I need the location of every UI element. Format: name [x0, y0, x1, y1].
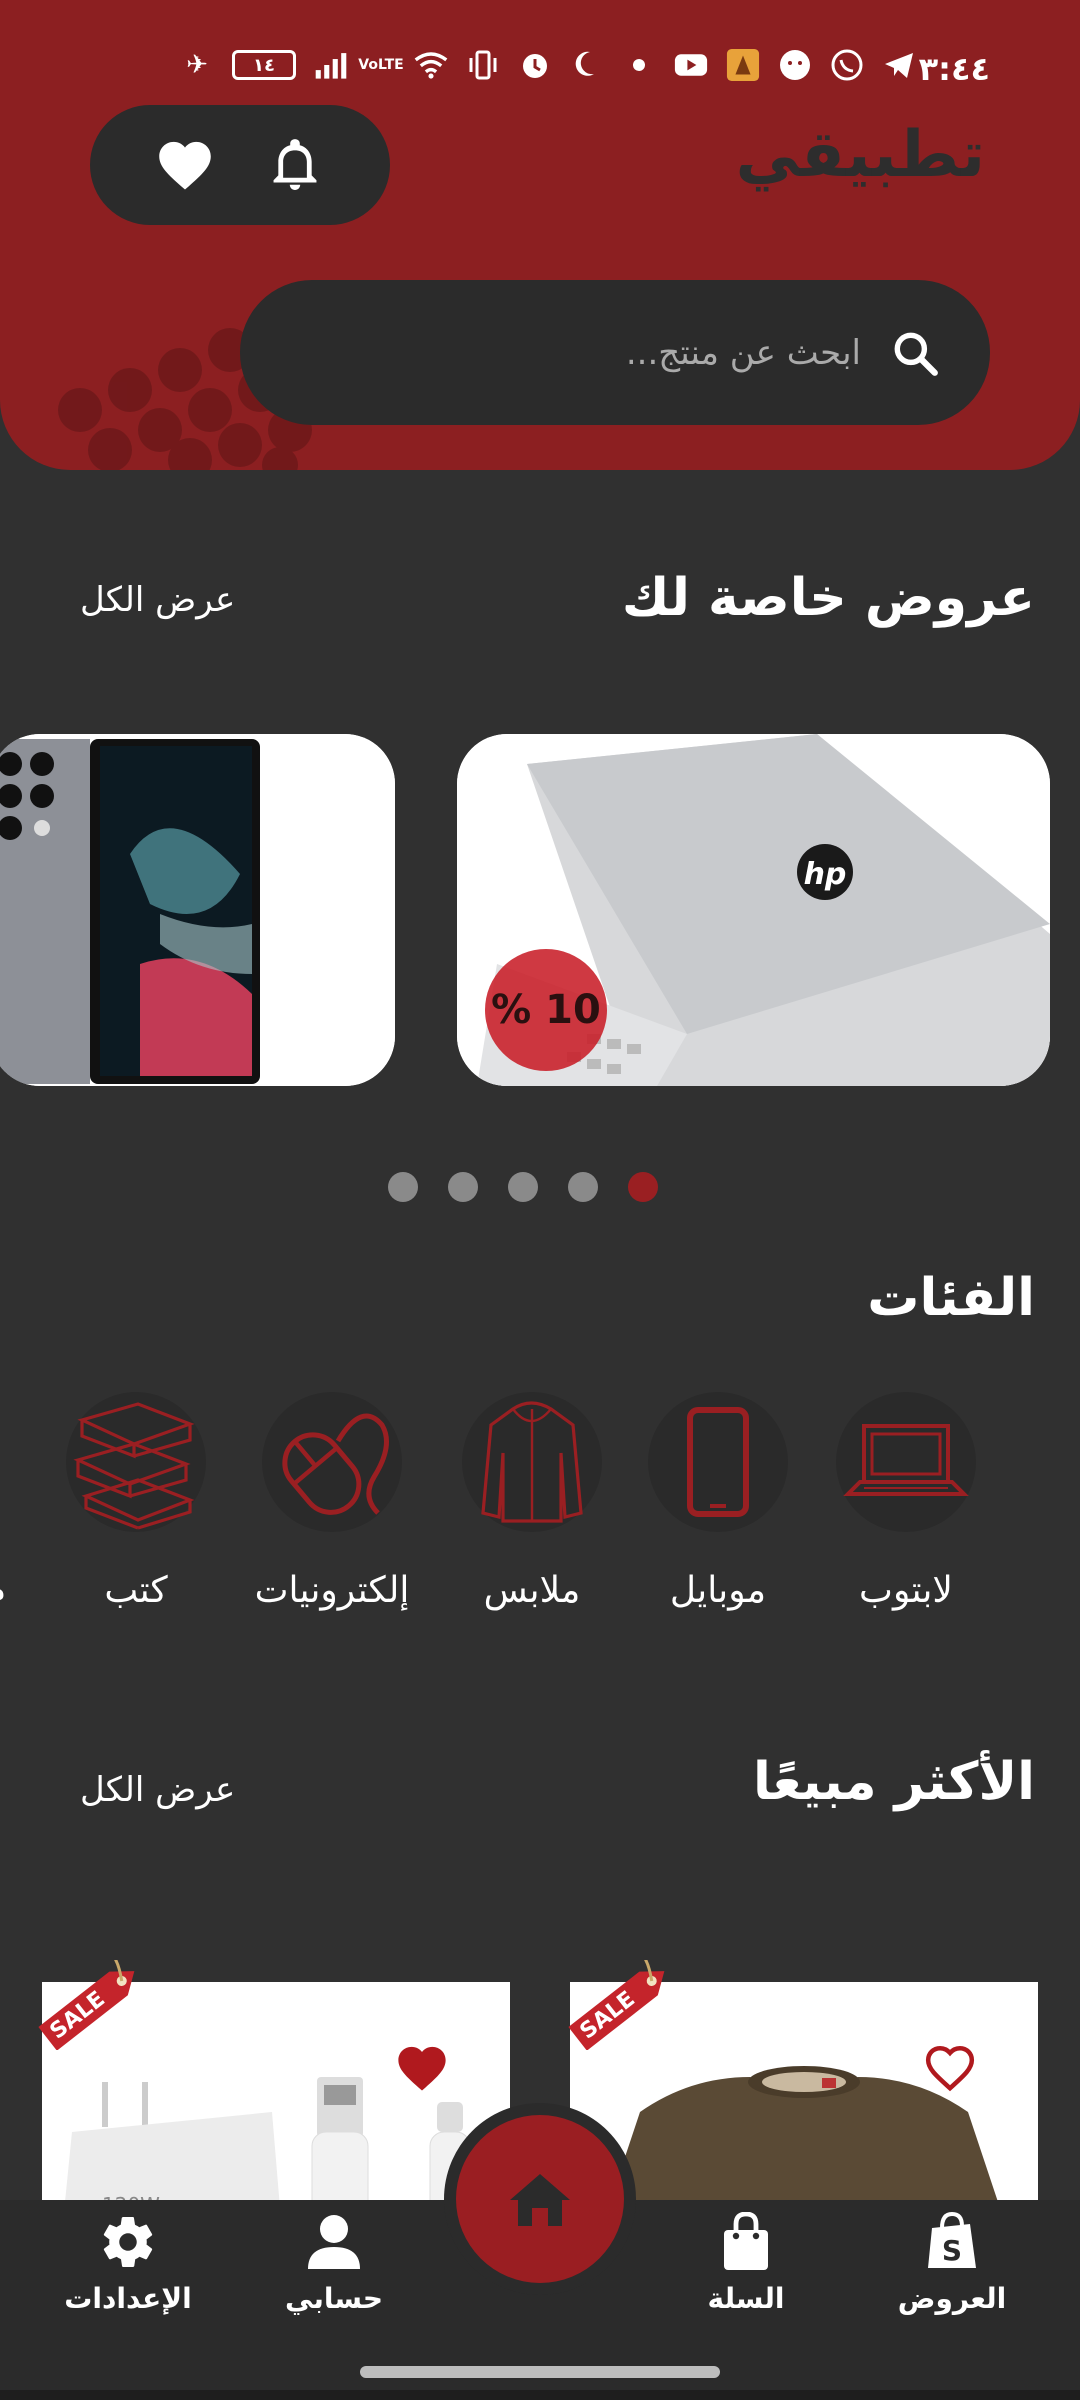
nav-offers[interactable]: S العروض — [872, 2208, 1032, 2315]
books-icon — [66, 1392, 206, 1532]
telegram-icon — [882, 48, 916, 82]
baby-face-icon — [778, 48, 812, 82]
alarm-icon — [518, 48, 552, 82]
nav-cart[interactable]: السلة — [666, 2208, 826, 2315]
favorite-toggle-sweater[interactable] — [922, 2040, 978, 2096]
nav-label: الإعدادات — [64, 2282, 192, 2315]
category-laptop[interactable]: لابتوب — [826, 1392, 986, 1611]
offers-see-all-link[interactable]: عرض الكل — [80, 580, 235, 620]
phone-product-image — [0, 734, 395, 1086]
heart-filled-icon — [398, 2046, 446, 2091]
whatsapp-icon — [830, 48, 864, 82]
volte-icon: VoLTE — [358, 57, 404, 73]
category-electronics[interactable]: إلكترونيات — [252, 1392, 412, 1611]
laptop-icon — [836, 1392, 976, 1532]
svg-text:S: S — [942, 2234, 962, 2267]
jacket-icon — [462, 1392, 602, 1532]
svg-text:hp: hp — [804, 857, 847, 892]
mouse-icon — [262, 1392, 402, 1532]
favorite-toggle-charger[interactable] — [394, 2040, 450, 2096]
best-sellers-see-all-link[interactable]: عرض الكل — [80, 1770, 235, 1810]
signal-icon — [314, 48, 348, 82]
vibrate-icon — [466, 48, 500, 82]
user-icon — [254, 2208, 414, 2276]
carousel-dot-3[interactable] — [508, 1172, 538, 1202]
category-label: إلكترونيات — [254, 1570, 410, 1611]
category-label: لابتوب — [859, 1570, 953, 1611]
category-books[interactable]: كتب — [56, 1392, 216, 1611]
category-label: م — [0, 1570, 10, 1611]
no-sim-icon: ✈ — [186, 50, 208, 80]
category-label: كتب — [104, 1570, 168, 1611]
heart-icon — [159, 141, 211, 190]
shopping-bag-icon — [666, 2208, 826, 2276]
carousel-dot-1[interactable] — [388, 1172, 418, 1202]
mobile-icon — [648, 1392, 788, 1532]
gesture-home-indicator[interactable] — [360, 2366, 720, 2378]
battery-level: ١٤ — [253, 54, 275, 76]
heart-outline-icon — [925, 2045, 975, 2092]
carousel-dot-5[interactable] — [628, 1172, 658, 1202]
system-nav-strip — [0, 2390, 1080, 2400]
status-time: ٣:٤٤ — [918, 50, 990, 88]
battery-icon: ١٤ — [232, 50, 296, 80]
sale-tag: SALE — [556, 1946, 686, 2051]
moon-icon — [570, 48, 604, 82]
nav-label: السلة — [707, 2282, 785, 2315]
app-title: تطبيقي — [735, 118, 985, 192]
nav-account[interactable]: حسابي — [254, 2208, 414, 2315]
carousel-indicator — [388, 1172, 658, 1202]
dot-icon — [622, 48, 656, 82]
gear-icon — [48, 2208, 208, 2276]
search-icon[interactable] — [885, 323, 945, 383]
app-notification-icon — [726, 48, 760, 82]
nav-settings[interactable]: الإعدادات — [48, 2208, 208, 2315]
wifi-icon — [414, 48, 448, 82]
notifications-button[interactable] — [260, 130, 330, 200]
header-actions — [90, 105, 390, 225]
favorites-button[interactable] — [150, 130, 220, 200]
status-icons: ✈ ١٤ VoLTE — [180, 48, 916, 82]
carousel-dot-2[interactable] — [448, 1172, 478, 1202]
category-mobile[interactable]: موبايل — [638, 1392, 798, 1611]
youtube-icon — [674, 48, 708, 82]
categories-title: الفئات — [867, 1268, 1035, 1328]
carousel-dot-4[interactable] — [568, 1172, 598, 1202]
home-icon — [510, 2174, 570, 2226]
nav-label: العروض — [897, 2282, 1007, 2315]
best-sellers-title: الأكثر مبيعًا — [753, 1752, 1035, 1812]
offers-title: عروض خاصة لك — [621, 568, 1035, 628]
shopify-icon: S — [872, 2208, 1032, 2276]
category-label: موبايل — [669, 1570, 767, 1611]
offer-card-laptop[interactable]: hp % 10 — [457, 734, 1050, 1086]
home-button[interactable] — [456, 2115, 624, 2283]
category-more[interactable]: م — [0, 1392, 10, 1611]
search-input[interactable] — [280, 332, 861, 373]
offer-card-phone[interactable] — [0, 734, 395, 1086]
discount-badge: % 10 — [485, 949, 607, 1071]
nav-label: حسابي — [284, 2282, 384, 2315]
category-label: ملابس — [483, 1570, 581, 1611]
bell-icon — [273, 139, 317, 190]
sale-tag: SALE — [26, 1946, 156, 2051]
search-bar[interactable] — [240, 280, 990, 425]
category-clothes[interactable]: ملابس — [452, 1392, 612, 1611]
